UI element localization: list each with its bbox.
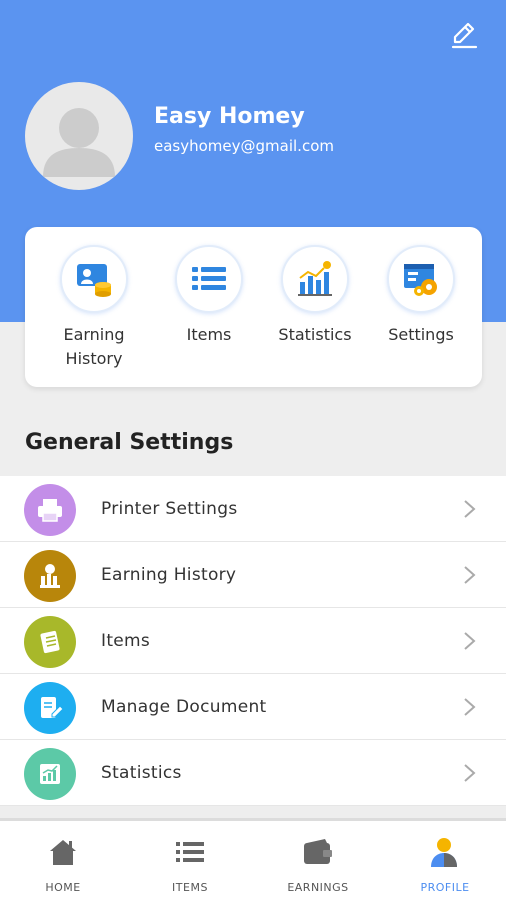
profile-icon [431, 838, 457, 867]
quick-action-label: History [65, 349, 123, 368]
settings-item-label: Items [101, 630, 151, 651]
settings-item-label: Printer Settings [101, 498, 238, 519]
document-edit-icon [41, 697, 64, 718]
user-avatar-icon [43, 108, 115, 177]
list-icon [176, 842, 204, 862]
settings-item-label: Earning History [101, 564, 237, 585]
wallet-icon [304, 839, 332, 864]
quick-action-settings[interactable]: Settings [366, 245, 476, 347]
settings-item-label: Manage Document [101, 696, 267, 717]
quick-action-statistics[interactable]: Statistics [260, 245, 370, 347]
user-email: easyhomey@gmail.com [154, 137, 334, 155]
quick-action-earning-history[interactable]: Earning History [39, 245, 149, 371]
quick-action-items[interactable]: Items [154, 245, 264, 347]
list-icon [192, 267, 226, 290]
nav-items[interactable]: ITEMS [140, 835, 240, 894]
pencil-icon [451, 22, 478, 49]
edit-profile-button[interactable] [446, 16, 482, 52]
quick-action-label: Statistics [278, 325, 352, 344]
quick-action-label: Items [186, 325, 232, 344]
nav-label: EARNINGS [287, 881, 349, 894]
settings-list: Printer Settings Earning History Items M… [0, 476, 506, 806]
chevron-right-icon [464, 566, 476, 584]
chart-up-icon [40, 764, 60, 784]
nav-profile[interactable]: PROFILE [395, 835, 495, 894]
nav-label: HOME [45, 881, 81, 894]
chevron-right-icon [464, 698, 476, 716]
settings-item-earning-history[interactable]: Earning History [0, 542, 506, 608]
quick-actions-card: Earning History Items Statistics Setting… [25, 227, 482, 387]
checklist-icon [40, 630, 60, 654]
settings-item-statistics[interactable]: Statistics [0, 740, 506, 806]
user-name: Easy Homey [154, 104, 305, 129]
settings-item-label: Statistics [101, 762, 182, 783]
section-title: General Settings [25, 430, 234, 455]
nav-label: ITEMS [172, 881, 208, 894]
settings-gears-icon [404, 264, 437, 296]
nav-earnings[interactable]: EARNINGS [268, 835, 368, 894]
money-bag-icon [40, 564, 60, 588]
settings-item-manage-document[interactable]: Manage Document [0, 674, 506, 740]
bottom-nav: HOME ITEMS EARNINGS PROFILE [0, 818, 506, 900]
bar-chart-icon [298, 261, 332, 296]
chevron-right-icon [464, 764, 476, 782]
avatar[interactable] [25, 82, 133, 190]
quick-action-label: Settings [388, 325, 454, 344]
home-icon [50, 840, 76, 865]
printer-icon [38, 499, 62, 522]
earning-history-icon [77, 264, 111, 297]
nav-home[interactable]: HOME [13, 835, 113, 894]
chevron-right-icon [464, 632, 476, 650]
quick-action-label: Earning [63, 325, 125, 344]
chevron-right-icon [464, 500, 476, 518]
settings-item-items[interactable]: Items [0, 608, 506, 674]
nav-label: PROFILE [420, 881, 470, 894]
settings-item-printer[interactable]: Printer Settings [0, 476, 506, 542]
